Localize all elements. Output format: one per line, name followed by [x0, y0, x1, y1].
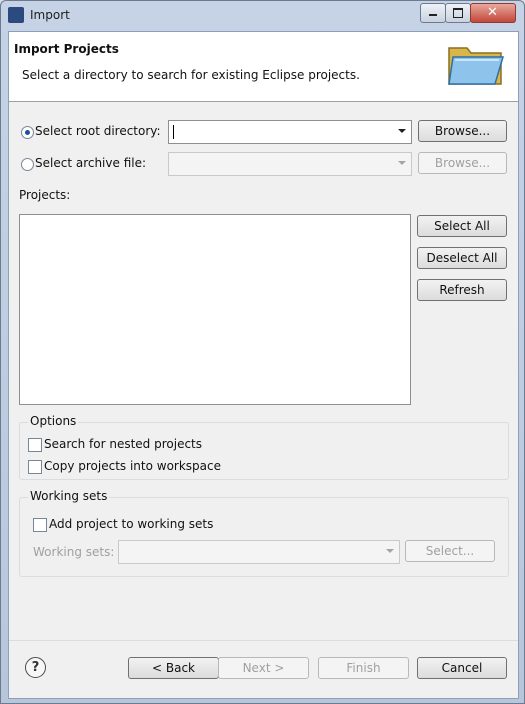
select-all-button[interactable]: Select All	[417, 215, 507, 237]
select-working-sets-button[interactable]: Select...	[405, 540, 495, 562]
cancel-button[interactable]: Cancel	[417, 657, 507, 679]
copy-into-workspace-label[interactable]: Copy projects into workspace	[44, 459, 221, 473]
minimize-icon	[429, 14, 437, 16]
back-button[interactable]: < Back	[128, 657, 219, 679]
search-nested-checkbox[interactable]	[28, 438, 42, 452]
help-icon[interactable]: ?	[25, 657, 46, 678]
chevron-down-icon	[398, 161, 406, 165]
maximize-button[interactable]	[445, 3, 471, 23]
options-title: Options	[28, 414, 79, 428]
select-archive-file-radio[interactable]	[21, 158, 34, 171]
close-icon: ✕	[487, 5, 498, 20]
working-sets-label: Working sets:	[33, 545, 115, 559]
chevron-down-icon	[386, 549, 394, 553]
add-to-working-sets-checkbox[interactable]	[33, 518, 47, 532]
finish-button[interactable]: Finish	[318, 657, 409, 679]
browse-archive-button[interactable]: Browse...	[418, 152, 507, 174]
footer-separator	[9, 640, 518, 641]
projects-label: Projects:	[19, 188, 71, 202]
title-bar[interactable]: Import ✕	[1, 1, 524, 29]
working-sets-group: Working sets Add project to working sets…	[19, 489, 509, 577]
working-sets-combo[interactable]	[118, 540, 400, 564]
archive-file-label: Select archive file:	[35, 156, 147, 170]
search-nested-label[interactable]: Search for nested projects	[44, 437, 202, 451]
deselect-all-button[interactable]: Deselect All	[417, 247, 507, 269]
page-description: Select a directory to search for existin…	[22, 68, 360, 82]
root-directory-combo[interactable]	[168, 120, 412, 144]
page-title: Import Projects	[14, 42, 119, 56]
options-group: Options Search for nested projects Copy …	[19, 414, 509, 480]
browse-root-button[interactable]: Browse...	[418, 120, 507, 142]
close-button[interactable]: ✕	[470, 3, 516, 23]
add-to-working-sets-label[interactable]: Add project to working sets	[49, 517, 213, 531]
maximize-icon	[453, 8, 463, 18]
dialog-client-area: Import Projects Select a directory to se…	[8, 31, 519, 699]
chevron-down-icon[interactable]	[398, 129, 406, 133]
minimize-button[interactable]	[420, 3, 446, 23]
folder-open-icon	[448, 47, 505, 85]
window-title: Import	[30, 8, 70, 22]
copy-into-workspace-checkbox[interactable]	[28, 460, 42, 474]
eclipse-icon	[8, 7, 24, 23]
text-caret	[173, 125, 174, 139]
next-button[interactable]: Next >	[218, 657, 309, 679]
select-root-directory-radio[interactable]	[21, 126, 34, 139]
projects-list[interactable]	[19, 214, 411, 405]
import-dialog-window: Import ✕ Import Projects Select a direct…	[0, 0, 525, 704]
wizard-header: Import Projects Select a directory to se…	[9, 32, 518, 102]
refresh-button[interactable]: Refresh	[417, 279, 507, 301]
archive-file-combo[interactable]	[168, 152, 412, 176]
working-sets-title: Working sets	[28, 489, 110, 503]
root-directory-label: Select root directory:	[35, 124, 161, 138]
